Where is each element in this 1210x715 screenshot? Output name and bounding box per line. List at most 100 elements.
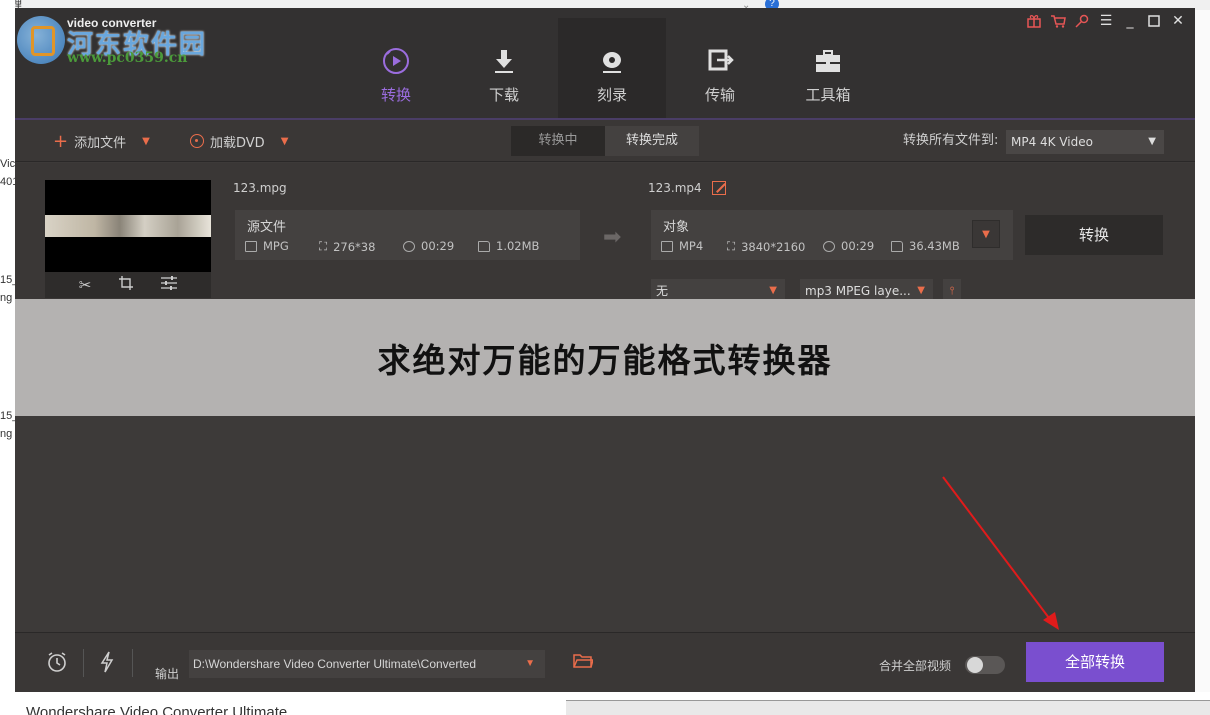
output-label: 输出 — [155, 667, 180, 681]
watermark-url: www.pc0359.cn — [67, 50, 188, 66]
output-path-value: D:\Wondershare Video Converter Ultimate\… — [193, 657, 477, 671]
tab-burn-label: 刻录 — [596, 86, 627, 104]
tab-converted[interactable]: 转换完成 — [605, 126, 699, 156]
overlay-banner: 求绝对万能的万能格式转换器 — [15, 299, 1195, 416]
merge-all-label: 合并全部视频 — [879, 659, 952, 673]
target-duration: 00:29 — [823, 239, 874, 253]
chevron-down-icon: ▼ — [525, 658, 535, 669]
background-fragment: Vic — [0, 158, 16, 170]
target-filename-row: 123.mp4 — [648, 181, 726, 195]
film-icon — [245, 240, 257, 252]
target-settings-dropdown[interactable]: ▼ — [972, 220, 1000, 248]
convert-button[interactable]: 转换 — [1025, 215, 1163, 255]
source-resolution: ⛶ 276*38 — [319, 239, 375, 254]
trim-icon[interactable]: ✂ — [79, 276, 92, 294]
target-format-value: MP4 — [679, 239, 704, 253]
background-bottom-bar — [566, 700, 1210, 715]
chevron-down-icon: ▼ — [1148, 136, 1156, 147]
source-format-value: MPG — [263, 239, 289, 253]
target-duration-value: 00:29 — [841, 239, 875, 253]
tab-convert-label: 转换 — [380, 86, 411, 104]
clock-icon — [823, 240, 835, 252]
folder-icon — [478, 240, 490, 252]
cart-icon[interactable] — [1049, 12, 1067, 30]
thumbnail-tools: ✂ — [45, 272, 211, 298]
target-title: 对象 — [663, 220, 690, 235]
edit-icon[interactable] — [711, 181, 726, 195]
chevron-down-icon[interactable]: ▼ — [281, 136, 289, 147]
source-size-value: 1.02MB — [496, 239, 540, 253]
source-title: 源文件 — [247, 220, 287, 235]
tab-burn[interactable]: 刻录 — [558, 18, 666, 120]
source-resolution-value: 276*38 — [333, 239, 376, 254]
status-tabs: 转换中 转换完成 — [511, 126, 699, 156]
disc-icon — [190, 134, 204, 148]
tab-download[interactable]: 下载 — [450, 18, 558, 120]
divider — [132, 649, 133, 677]
background-right-strip — [1195, 10, 1210, 715]
close-icon[interactable]: ✕ — [1169, 12, 1187, 30]
output-format-select[interactable]: MP4 4K Video ▼ — [1006, 130, 1164, 154]
alarm-clock-icon[interactable] — [45, 651, 69, 675]
maximize-icon[interactable] — [1145, 12, 1163, 30]
folder-icon — [891, 240, 903, 252]
tab-toolbox-label: 工具箱 — [805, 86, 851, 104]
arrow-right-icon: ➡ — [603, 225, 622, 250]
source-duration: 00:29 — [403, 239, 454, 253]
toolbox-icon — [774, 46, 882, 76]
background-left-strip: Vic 401 15_ ng 15_ ng — [0, 0, 18, 715]
audio-select-value: mp3 MPEG laye... — [805, 284, 911, 298]
convert-icon — [342, 46, 450, 76]
transfer-icon — [666, 46, 774, 76]
source-info: 源文件 MPG ⛶ 276*38 00:29 1.02MB — [235, 210, 580, 260]
video-thumbnail[interactable] — [45, 180, 211, 272]
source-format: MPG — [245, 239, 289, 253]
clock-icon — [403, 240, 415, 252]
target-resolution: ⛶ 3840*2160 — [727, 239, 805, 254]
resize-icon: ⛶ — [727, 239, 736, 253]
burn-icon — [558, 46, 666, 76]
video-frame — [45, 215, 211, 237]
lightning-icon[interactable] — [95, 651, 119, 675]
chevron-down-icon[interactable]: ▼ — [142, 136, 150, 147]
add-files-label: 添加文件 — [74, 135, 127, 151]
divider — [83, 649, 84, 677]
background-bottom-strip: Wondershare Video Converter Ultimate — [0, 692, 1210, 715]
tab-converting[interactable]: 转换中 — [511, 126, 605, 156]
banner-text: 求绝对万能的万能格式转换器 — [377, 340, 833, 380]
plus-icon: + — [53, 130, 69, 152]
menu-icon[interactable]: ☰ — [1097, 12, 1115, 30]
film-icon — [661, 240, 673, 252]
title-bar: video converter 河东软件园 www.pc0359.cn 转换 下… — [15, 8, 1195, 120]
tab-download-label: 下载 — [488, 86, 519, 104]
merge-all-toggle[interactable] — [965, 656, 1005, 674]
open-folder-icon[interactable] — [573, 652, 595, 674]
output-path-select[interactable]: D:\Wondershare Video Converter Ultimate\… — [189, 650, 545, 678]
source-filename: 123.mpg — [233, 181, 287, 195]
tab-transfer[interactable]: 传输 — [666, 18, 774, 120]
background-fragment: ng — [0, 292, 13, 304]
target-info: 对象 MP4 ⛶ 3840*2160 00:29 36.43MB — [651, 210, 1013, 260]
load-dvd-button[interactable]: 加载DVD ▼ — [190, 120, 288, 162]
target-size-value: 36.43MB — [909, 239, 960, 253]
file-item: ✂ 123.mpg 源文件 MPG ⛶ 276*38 00:29 1.02MB ➡… — [15, 163, 1195, 303]
minimize-icon[interactable]: _ — [1121, 12, 1139, 30]
load-dvd-label: 加载DVD — [210, 135, 265, 151]
background-bottom-text: Wondershare Video Converter Ultimate — [26, 704, 288, 715]
bottom-bar: 输出 D:\Wondershare Video Converter Ultima… — [15, 632, 1195, 692]
background-fragment: ng — [0, 428, 13, 440]
tab-toolbox[interactable]: 工具箱 — [774, 18, 882, 120]
gift-icon[interactable] — [1025, 12, 1043, 30]
tab-transfer-label: 传输 — [704, 86, 735, 104]
target-size: 36.43MB — [891, 239, 960, 253]
convert-all-button[interactable]: 全部转换 — [1026, 642, 1164, 682]
crop-icon[interactable] — [119, 276, 134, 294]
effects-icon[interactable] — [161, 276, 178, 294]
tab-convert[interactable]: 转换 — [342, 18, 450, 120]
window-controls: ☰ _ ✕ — [1025, 12, 1187, 30]
main-nav: 转换 下载 刻录 传输 工具箱 — [342, 18, 882, 120]
add-files-button[interactable]: + 添加文件 ▼ — [53, 120, 150, 162]
resize-icon: ⛶ — [319, 239, 328, 253]
key-icon[interactable] — [1073, 12, 1091, 30]
watermark-logo-icon — [17, 16, 65, 64]
